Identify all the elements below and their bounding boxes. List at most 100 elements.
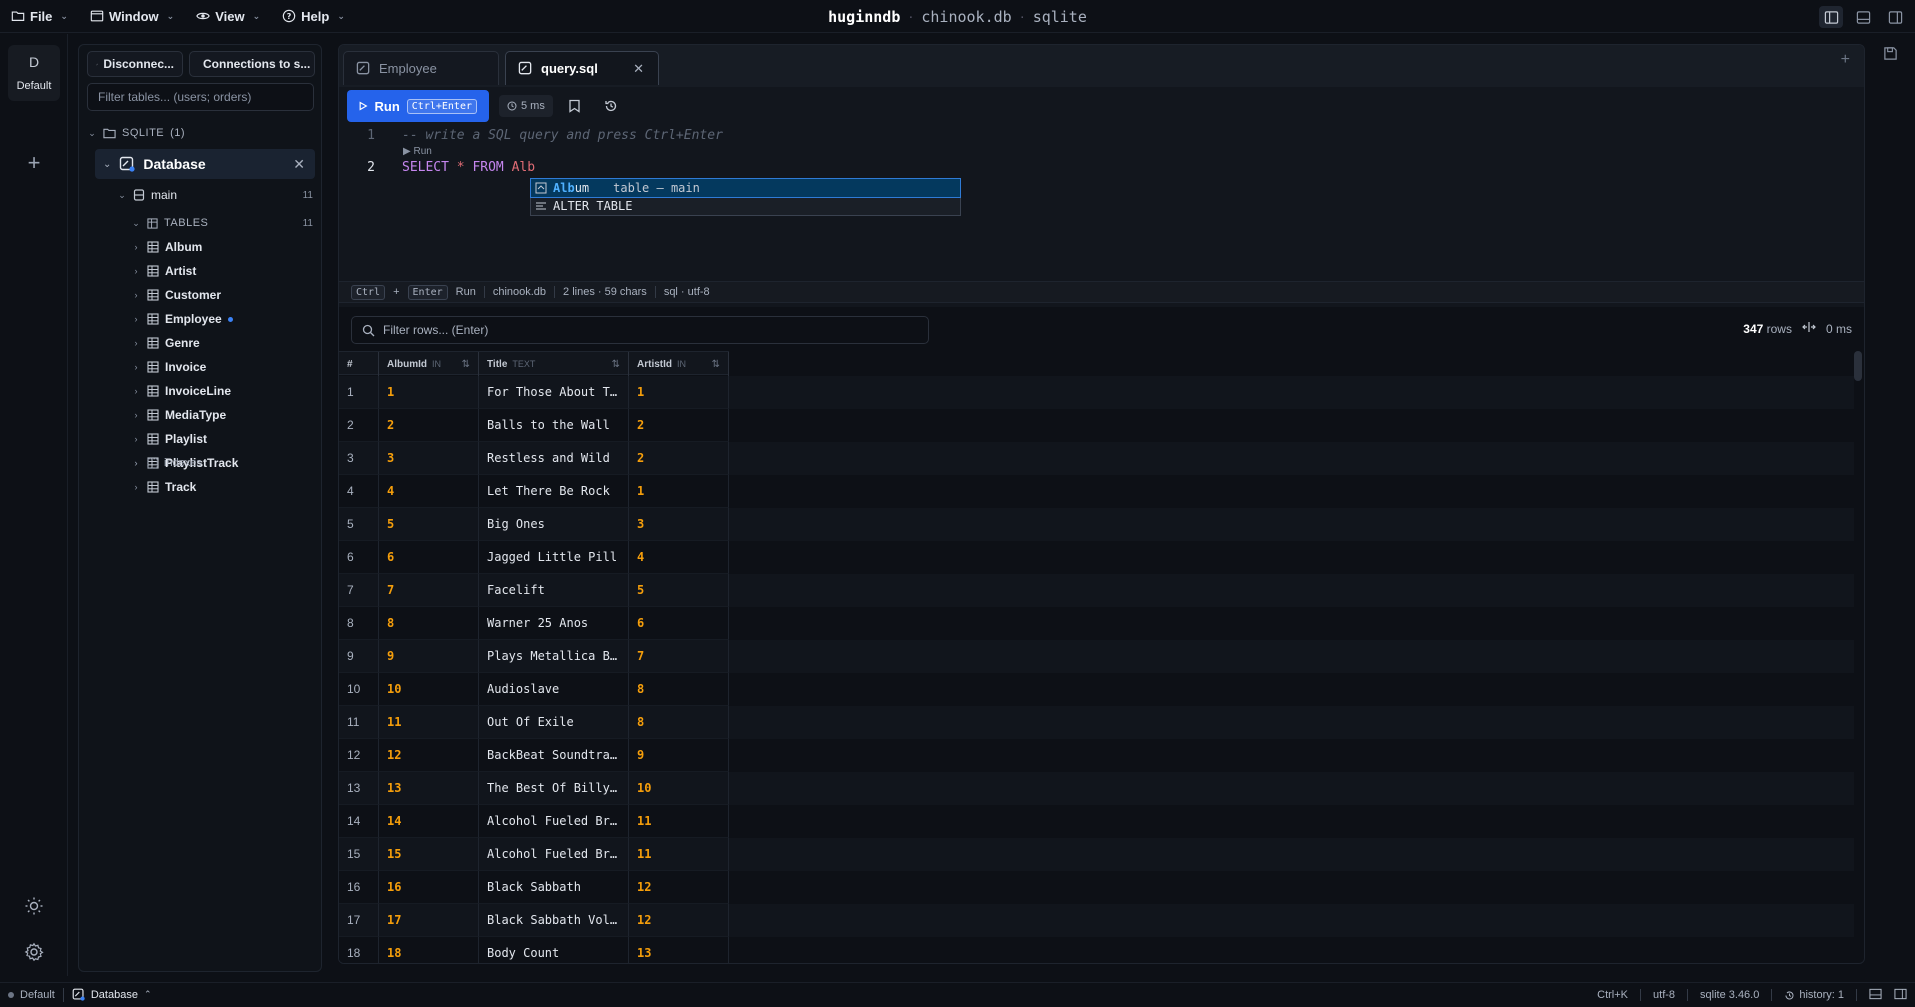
history-button[interactable] — [597, 92, 625, 120]
tree-table-track[interactable]: › Track — [131, 475, 197, 499]
cell-albumid[interactable]: 6 — [379, 541, 479, 574]
table-row[interactable]: 9 9 Plays Metallica B… 7 — [339, 640, 1854, 673]
tree-table-invoice[interactable]: › Invoice — [131, 355, 207, 379]
table-row[interactable]: 12 12 BackBeat Soundtra… 9 — [339, 739, 1854, 772]
cell-albumid[interactable]: 4 — [379, 475, 479, 508]
table-row[interactable]: 8 8 Warner 25 Anos 6 — [339, 607, 1854, 640]
cell-albumid[interactable]: 15 — [379, 838, 479, 871]
table-row[interactable]: 4 4 Let There Be Rock 1 — [339, 475, 1854, 508]
cell-title[interactable]: Black Sabbath — [479, 871, 629, 904]
fit-columns-button[interactable] — [1802, 321, 1816, 336]
cell-artistid[interactable]: 11 — [629, 805, 729, 838]
cell-title[interactable]: BackBeat Soundtra… — [479, 739, 629, 772]
cell-title[interactable]: Let There Be Rock — [479, 475, 629, 508]
menu-file[interactable]: File ⌄ — [0, 0, 79, 33]
tree-table-playlist[interactable]: › Playlist — [131, 427, 208, 451]
cell-artistid[interactable]: 7 — [629, 640, 729, 673]
cell-artistid[interactable]: 8 — [629, 673, 729, 706]
cell-albumid[interactable]: 9 — [379, 640, 479, 673]
table-row[interactable]: 5 5 Big Ones 3 — [339, 508, 1854, 541]
table-row[interactable]: 1 1 For Those About T… 1 — [339, 376, 1854, 409]
cell-title[interactable]: Balls to the Wall — [479, 409, 629, 442]
column-header-title[interactable]: Title TEXT ⇅ — [479, 352, 629, 376]
toggle-right-sidebar-button[interactable] — [1894, 988, 1907, 1003]
cell-albumid[interactable]: 13 — [379, 772, 479, 805]
tree-group-sqlite[interactable]: ⌄ SQLITE (1) — [87, 121, 185, 145]
cell-artistid[interactable]: 5 — [629, 574, 729, 607]
table-row[interactable]: 11 11 Out Of Exile 8 — [339, 706, 1854, 739]
tree-table-artist[interactable]: › Artist — [131, 259, 197, 283]
cell-title[interactable]: Body Count — [479, 937, 629, 963]
cell-title[interactable]: Warner 25 Anos — [479, 607, 629, 640]
tree-table-album[interactable]: › Album — [131, 235, 203, 259]
tree-table-genre[interactable]: › Genre — [131, 331, 200, 355]
cell-title[interactable]: Facelift — [479, 574, 629, 607]
cell-albumid[interactable]: 5 — [379, 508, 479, 541]
cell-title[interactable]: Restless and Wild — [479, 442, 629, 475]
cell-artistid[interactable]: 1 — [629, 376, 729, 409]
table-row[interactable]: 7 7 Facelift 5 — [339, 574, 1854, 607]
toggle-right-panel-button[interactable] — [1883, 6, 1907, 28]
tab-employee[interactable]: Employee — [343, 51, 499, 85]
cell-albumid[interactable]: 1 — [379, 376, 479, 409]
toggle-sidebar-button[interactable] — [1819, 6, 1843, 28]
suggestion-alter-table[interactable]: ALTER TABLE — [531, 197, 960, 215]
table-row[interactable]: 17 17 Black Sabbath Vol… 12 — [339, 904, 1854, 937]
cell-albumid[interactable]: 8 — [379, 607, 479, 640]
table-row[interactable]: 13 13 The Best Of Billy… 10 — [339, 772, 1854, 805]
suggestion-album[interactable]: Album table — main — [530, 178, 961, 198]
cell-artistid[interactable]: 4 — [629, 541, 729, 574]
cell-artistid[interactable]: 8 — [629, 706, 729, 739]
sort-icon[interactable]: ⇅ — [462, 359, 470, 370]
disconnect-button[interactable]: Disconnec... — [87, 51, 183, 77]
tree-database[interactable]: ⌄ Database ✕ — [95, 149, 315, 179]
cell-artistid[interactable]: 13 — [629, 937, 729, 963]
settings-button[interactable] — [22, 940, 46, 964]
status-history[interactable]: history: 1 — [1784, 989, 1844, 1001]
menu-view[interactable]: View ⌄ — [185, 0, 271, 33]
cell-title[interactable]: Plays Metallica B… — [479, 640, 629, 673]
cell-albumid[interactable]: 14 — [379, 805, 479, 838]
tree-table-mediatype[interactable]: › MediaType — [131, 403, 227, 427]
cell-title[interactable]: Jagged Little Pill — [479, 541, 629, 574]
tree-table-invoiceline[interactable]: › InvoiceLine — [131, 379, 232, 403]
theme-toggle-button[interactable] — [22, 894, 46, 918]
tree-table-employee[interactable]: › Employee — [131, 307, 233, 331]
new-tab-button[interactable]: + — [1841, 51, 1850, 69]
sort-icon[interactable]: ⇅ — [712, 359, 720, 370]
cell-albumid[interactable]: 7 — [379, 574, 479, 607]
cell-title[interactable]: Out Of Exile — [479, 706, 629, 739]
toggle-bottom-panel-button[interactable] — [1869, 988, 1882, 1003]
tree-tables-folder[interactable]: ⌄ TABLES 11 — [131, 211, 313, 235]
column-header-artistid[interactable]: ArtistId IN ⇅ — [629, 352, 729, 376]
cell-artistid[interactable]: 10 — [629, 772, 729, 805]
tree-schema-main[interactable]: ⌄ main 11 — [117, 183, 313, 207]
bookmark-button[interactable] — [561, 92, 589, 120]
cell-artistid[interactable]: 6 — [629, 607, 729, 640]
cell-title[interactable]: Audioslave — [479, 673, 629, 706]
column-header-albumid[interactable]: AlbumId IN ⇅ — [379, 352, 479, 376]
close-tab-icon[interactable]: ✕ — [633, 61, 644, 77]
menu-help[interactable]: ? Help ⌄ — [271, 0, 356, 33]
cell-albumid[interactable]: 11 — [379, 706, 479, 739]
connections-button[interactable]: Connections to s... — [189, 51, 315, 77]
sort-icon[interactable]: ⇅ — [612, 359, 620, 370]
cell-albumid[interactable]: 3 — [379, 442, 479, 475]
cell-artistid[interactable]: 2 — [629, 442, 729, 475]
table-row[interactable]: 10 10 Audioslave 8 — [339, 673, 1854, 706]
tree-indexes-folder[interactable]: › indexes — [131, 451, 202, 475]
cell-artistid[interactable]: 2 — [629, 409, 729, 442]
filter-tables-input[interactable] — [87, 83, 314, 111]
grid-scrollbar[interactable] — [1854, 351, 1862, 381]
close-icon[interactable]: ✕ — [293, 156, 305, 173]
cell-title[interactable]: Big Ones — [479, 508, 629, 541]
cell-title[interactable]: Alcohol Fueled Br… — [479, 805, 629, 838]
cell-albumid[interactable]: 17 — [379, 904, 479, 937]
cell-artistid[interactable]: 9 — [629, 739, 729, 772]
table-row[interactable]: 3 3 Restless and Wild 2 — [339, 442, 1854, 475]
cell-title[interactable]: For Those About T… — [479, 376, 629, 409]
save-button[interactable] — [1883, 46, 1898, 64]
table-row[interactable]: 2 2 Balls to the Wall 2 — [339, 409, 1854, 442]
filter-rows-field[interactable] — [351, 316, 929, 344]
cell-title[interactable]: Alcohol Fueled Br… — [479, 838, 629, 871]
